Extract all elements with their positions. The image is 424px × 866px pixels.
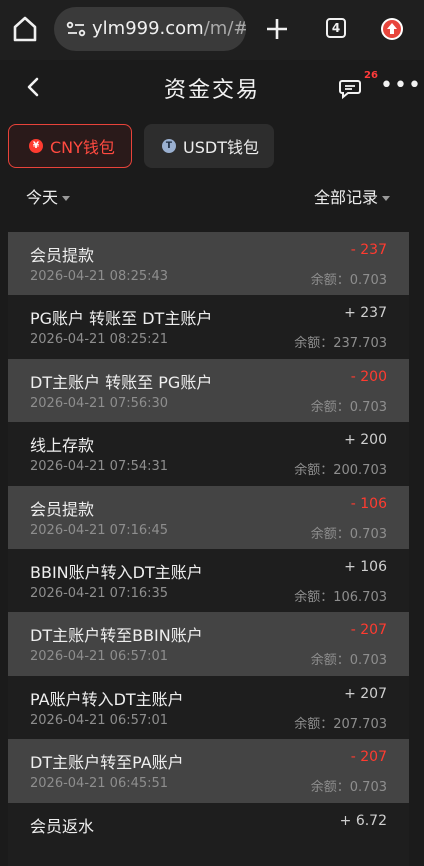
record-title: 会员提款 [30, 499, 95, 519]
usdt-coin-icon: T [162, 139, 176, 153]
list-item[interactable]: 线上存款 2026-04-21 07:54:31 + 200 余额：200.70… [8, 422, 409, 486]
record-amount: - 200 [350, 368, 387, 385]
transaction-list: 会员提款 2026-04-21 08:25:43 - 237 余额：0.703 … [8, 232, 409, 866]
address-bar[interactable]: ylm999.com/m/#/ [54, 7, 246, 51]
record-title: 线上存款 [30, 436, 95, 456]
record-time: 2026-04-21 07:56:30 [30, 395, 169, 411]
record-amount: - 237 [350, 242, 387, 258]
record-time: 2026-04-21 06:57:01 [30, 649, 169, 665]
url-domain: ylm999.com [92, 18, 204, 39]
record-balance: 余额：106.703 [294, 589, 387, 605]
list-item[interactable]: 会员返水 + 6.72 [8, 802, 409, 866]
record-amount: + 106 [344, 558, 387, 575]
record-title: DT主账户转至PA账户 [30, 753, 184, 773]
chat-badge: 26 [364, 70, 378, 81]
list-item[interactable]: DT主账户转至BBIN账户 2026-04-21 06:57:01 - 207 … [8, 612, 409, 676]
record-balance: 余额：0.703 [310, 399, 387, 415]
record-balance: 余额：0.703 [310, 653, 387, 669]
record-title: PG账户 转账至 DT主账户 [30, 309, 213, 329]
more-icon[interactable]: ••• [380, 75, 422, 97]
record-balance: 余额：0.703 [310, 780, 387, 796]
record-amount: + 237 [344, 305, 387, 322]
list-item[interactable]: DT主账户 转账至 PG账户 2026-04-21 07:56:30 - 200… [8, 358, 409, 423]
record-amount: - 207 [350, 622, 387, 639]
chat-icon[interactable] [338, 76, 362, 100]
tab-usdt-wallet-label: USDT钱包 [183, 138, 259, 157]
record-title: BBIN账户转入DT主账户 [30, 562, 203, 582]
list-item[interactable]: DT主账户转至PA账户 2026-04-21 06:45:51 - 207 余额… [8, 739, 409, 803]
list-item[interactable]: 会员提款 2026-04-21 08:25:43 - 237 余额：0.703 [8, 232, 409, 296]
record-title: DT主账户转至BBIN账户 [30, 626, 203, 646]
record-time: 2026-04-21 08:25:21 [30, 332, 169, 348]
record-time: 2026-04-21 07:16:35 [30, 585, 169, 601]
tab-cny-wallet-label: CNY钱包 [50, 138, 115, 157]
new-tab-icon[interactable] [264, 16, 290, 42]
tabs-icon[interactable]: 4 [326, 18, 346, 38]
record-title: PA账户转入DT主账户 [30, 689, 184, 709]
record-balance: 余额：200.703 [294, 463, 387, 479]
list-item[interactable]: 会员提款 2026-04-21 07:16:45 - 106 余额：0.703 [8, 485, 409, 549]
list-item[interactable]: PG账户 转账至 DT主账户 2026-04-21 08:25:21 + 237… [8, 295, 409, 359]
url-text: ylm999.com/m/#/ [92, 18, 246, 39]
app-header: 资金交易 26 ••• [0, 60, 424, 116]
record-time: 2026-04-21 06:45:51 [30, 776, 169, 792]
record-balance: 余额：207.703 [294, 716, 387, 732]
arrow-up-icon [383, 20, 401, 38]
record-title: DT主账户 转账至 PG账户 [30, 372, 213, 392]
tab-cny-wallet[interactable]: ¥ CNY钱包 [8, 124, 132, 168]
record-time: 2026-04-21 07:54:31 [30, 459, 169, 475]
period-filter[interactable]: 今天 [26, 184, 71, 208]
site-settings-icon[interactable] [66, 20, 86, 38]
home-icon[interactable] [12, 15, 38, 43]
chevron-down-icon [382, 196, 390, 201]
update-icon[interactable] [381, 18, 403, 40]
record-type-filter[interactable]: 全部记录 [314, 184, 390, 208]
browser-toolbar: ylm999.com/m/#/ 4 [0, 0, 424, 60]
record-type-filter-label: 全部记录 [313, 188, 378, 207]
record-amount: + 200 [344, 432, 387, 449]
record-balance: 余额：237.703 [294, 336, 387, 352]
record-balance: 余额：0.703 [310, 273, 387, 288]
record-title: 会员提款 [30, 246, 95, 265]
tab-usdt-wallet[interactable]: T USDT钱包 [144, 124, 274, 168]
cny-coin-icon: ¥ [29, 139, 43, 153]
url-path: /m/#/ [203, 18, 246, 39]
record-amount: + 6.72 [339, 812, 387, 829]
period-filter-label: 今天 [26, 188, 59, 207]
record-amount: - 207 [350, 749, 387, 766]
record-title: 会员返水 [30, 816, 95, 836]
record-balance: 余额：0.703 [310, 526, 387, 542]
record-time: 2026-04-21 07:16:45 [30, 522, 169, 538]
record-time: 2026-04-21 08:25:43 [30, 269, 169, 284]
record-amount: - 106 [350, 495, 387, 512]
list-item[interactable]: BBIN账户转入DT主账户 2026-04-21 07:16:35 + 106 … [8, 548, 409, 613]
record-time: 2026-04-21 06:57:01 [30, 712, 169, 728]
record-amount: + 207 [344, 685, 387, 702]
list-item[interactable]: PA账户转入DT主账户 2026-04-21 06:57:01 + 207 余额… [8, 675, 409, 740]
chevron-down-icon [62, 196, 71, 201]
